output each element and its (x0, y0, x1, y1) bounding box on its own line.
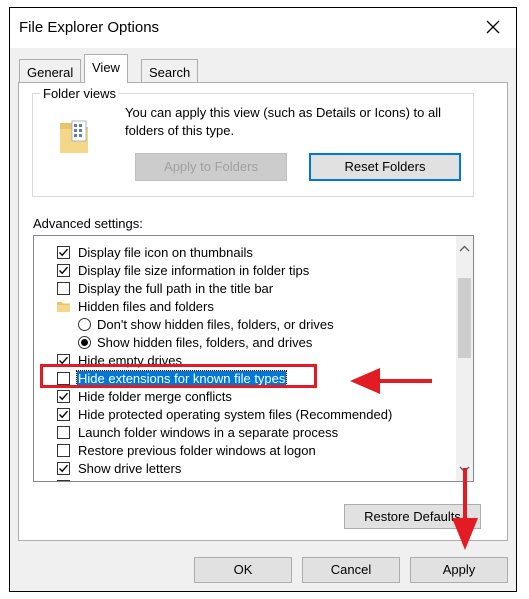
advanced-settings-label: Advanced settings: (33, 216, 143, 231)
tab-general[interactable]: General (19, 59, 82, 83)
annotation-highlight-box (40, 364, 317, 388)
advanced-settings-list[interactable]: Display file icon on thumbnails Display … (33, 235, 474, 482)
checkbox-unchecked[interactable] (57, 426, 70, 439)
title-bar: File Explorer Options (10, 8, 516, 48)
scroll-up-icon[interactable] (459, 241, 470, 256)
apply-button[interactable]: Apply (410, 557, 508, 583)
folder-views-description: You can apply this view (such as Details… (125, 105, 442, 138)
checkbox-checked[interactable] (57, 264, 70, 277)
tab-view[interactable]: View (84, 54, 128, 83)
scroll-down-icon[interactable] (459, 461, 470, 476)
folder-icon (58, 117, 102, 160)
apply-to-folders-button[interactable]: Apply to Folders (135, 153, 287, 181)
close-icon[interactable] (480, 14, 506, 40)
radio-selected[interactable] (78, 336, 91, 349)
radio-unselected[interactable] (78, 318, 91, 331)
checkbox-unchecked[interactable] (57, 282, 70, 295)
checkbox-checked[interactable] (57, 390, 70, 403)
folder-icon (57, 300, 71, 316)
window-title: File Explorer Options (19, 19, 160, 36)
scrollbar-thumb[interactable] (458, 278, 471, 358)
cancel-button[interactable]: Cancel (302, 557, 400, 583)
folder-views-label: Folder views (40, 86, 119, 101)
ok-button[interactable]: OK (194, 557, 292, 583)
tab-search[interactable]: Search (141, 59, 199, 83)
checkbox-partial[interactable] (57, 480, 70, 481)
restore-defaults-button[interactable]: Restore Defaults (344, 504, 481, 529)
reset-folders-button[interactable]: Reset Folders (309, 153, 461, 181)
checkbox-checked[interactable] (57, 246, 70, 259)
vertical-scrollbar[interactable] (456, 236, 473, 481)
checkbox-unchecked[interactable] (57, 444, 70, 457)
checkbox-checked[interactable] (57, 408, 70, 421)
checkbox-checked[interactable] (57, 462, 70, 475)
